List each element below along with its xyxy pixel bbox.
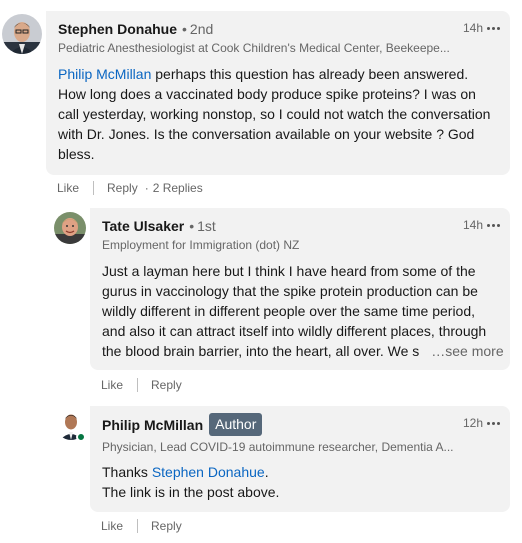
comment-bubble-tate: Tate Ulsaker • 1st Employment for Immigr… (90, 208, 510, 370)
comment-bubble-philip: Philip McMillan Author Physician, Lead C… (90, 406, 510, 512)
comment-actions: Like Reply (101, 378, 182, 392)
comment-time: 12h (462, 416, 483, 430)
commenter-headline[interactable]: Pediatric Anesthesiologist at Cook Child… (58, 41, 458, 55)
comment-line: gurus in vaccinology that the spike prot… (102, 283, 478, 299)
comment-time: 14h (462, 21, 483, 35)
reply-button[interactable]: Reply (107, 181, 138, 195)
more-options-icon[interactable] (487, 416, 500, 430)
comment-time: 14h (462, 218, 483, 232)
comment-line: Just a layman here but I think I have he… (102, 263, 476, 279)
comment-line: perhaps this question has already been a… (151, 66, 469, 82)
commenter-headline[interactable]: Employment for Immigration (dot) NZ (102, 238, 462, 252)
commenter-headline[interactable]: Physician, Lead COVID-19 autoimmune rese… (102, 440, 462, 454)
comment-actions: Like Reply · 2 Replies (57, 181, 203, 195)
mention-link[interactable]: Philip McMillan (58, 66, 151, 82)
comment-line: with Dr. Jones. Is the conversation avai… (58, 126, 475, 142)
comment-line: Thanks (102, 464, 152, 480)
commenter-name[interactable]: Stephen Donahue (58, 21, 177, 37)
mention-link[interactable]: Stephen Donahue (152, 464, 265, 480)
separator: • (182, 21, 187, 37)
comment-meta: 12h (463, 416, 500, 430)
comment-meta: 14h (463, 218, 500, 232)
more-options-icon[interactable] (487, 218, 500, 232)
commenter-name[interactable]: Tate Ulsaker (102, 218, 184, 234)
replies-count-button[interactable]: 2 Replies (153, 181, 203, 195)
divider (93, 181, 95, 195)
comment-header: Philip McMillan Author (102, 413, 263, 436)
avatar-stephen-donahue[interactable] (2, 14, 42, 54)
comment-text: Just a layman here but I think I have he… (102, 261, 504, 361)
comment-line: the blood brain barrier, into the heart,… (102, 343, 420, 359)
reply-button[interactable]: Reply (151, 378, 182, 392)
like-button[interactable]: Like (101, 519, 123, 533)
comment-bubble-stephen: Stephen Donahue • 2nd Pediatric Anesthes… (46, 11, 510, 175)
comment-line: bless. (58, 146, 95, 162)
connection-degree: 2nd (189, 21, 214, 37)
reply-button[interactable]: Reply (151, 519, 182, 533)
comment-line: The link is in the post above. (102, 484, 280, 500)
comment-header: Stephen Donahue • 2nd (58, 21, 213, 37)
divider (137, 519, 139, 533)
comment-meta: 14h (463, 21, 500, 35)
comment-header: Tate Ulsaker • 1st (102, 218, 216, 234)
comment-line: wildly different in different people ove… (102, 303, 476, 319)
online-status-icon (76, 432, 86, 442)
author-badge: Author (209, 413, 263, 436)
comment-text: Philip McMillan perhaps this question ha… (58, 64, 498, 164)
comment-actions: Like Reply (101, 519, 182, 533)
avatar-tate-ulsaker[interactable] (54, 212, 86, 244)
divider (137, 378, 139, 392)
see-more-button[interactable]: …see more (431, 343, 503, 359)
like-button[interactable]: Like (57, 181, 79, 195)
comment-line: How long does a vaccinated body produce … (58, 86, 476, 102)
punctuation: . (264, 464, 269, 480)
comment-line: and also it can attract itself into wild… (102, 323, 487, 339)
more-options-icon[interactable] (487, 21, 500, 35)
like-button[interactable]: Like (101, 378, 123, 392)
commenter-name[interactable]: Philip McMillan (102, 417, 203, 433)
comment-line: call yesterday, working nonstop, so I co… (58, 106, 491, 122)
separator: • (189, 218, 195, 234)
comment-text: Thanks Stephen Donahue. The link is in t… (102, 462, 502, 502)
connection-degree: 1st (197, 218, 216, 234)
dot-separator: · (144, 181, 149, 195)
